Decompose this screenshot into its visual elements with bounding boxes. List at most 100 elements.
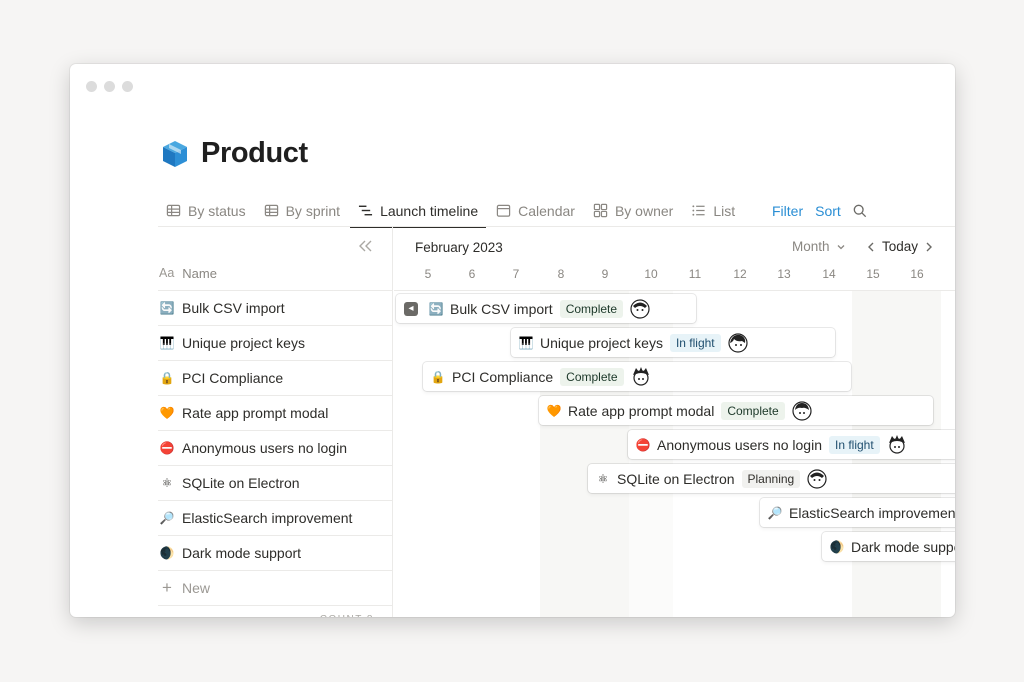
arrow-left-icon[interactable]: ◂: [404, 301, 418, 316]
day-label: 10: [644, 267, 658, 281]
day-label: 6: [468, 267, 476, 281]
new-label: New: [182, 580, 211, 596]
day-label: 13: [777, 267, 791, 281]
bar-label: Dark mode support: [851, 538, 955, 555]
piano-icon: 🎹: [159, 336, 175, 350]
tab-by-owner[interactable]: By owner: [585, 194, 681, 227]
table-icon: [264, 204, 278, 217]
timeline-bar[interactable]: ⛔ Anonymous users no login In flight: [628, 430, 955, 459]
close-dot[interactable]: [86, 81, 97, 92]
tab-calendar[interactable]: Calendar: [488, 194, 583, 227]
table-icon: [166, 204, 181, 217]
name-header-label: Name: [182, 265, 217, 281]
heart-icon: 🧡: [159, 406, 175, 420]
tab-label: Calendar: [518, 202, 575, 219]
tab-label: By status: [188, 202, 246, 219]
table-row[interactable]: 🔎 ElasticSearch improvement: [158, 500, 392, 535]
lock-icon: 🔒: [430, 369, 446, 384]
sort-button[interactable]: Sort: [815, 203, 841, 219]
day-label: 12: [733, 267, 747, 281]
day-label: 7: [512, 267, 520, 281]
avatar-icon: [888, 434, 905, 454]
tab-by-status[interactable]: By status: [158, 194, 254, 227]
status-badge: Complete: [560, 367, 624, 386]
tab-by-sprint[interactable]: By sprint: [256, 194, 348, 227]
bar-label: Bulk CSV import: [450, 300, 553, 317]
avatar-icon: [807, 468, 827, 489]
board-icon: [593, 203, 608, 218]
row-label: Unique project keys: [182, 335, 305, 351]
lock-icon: 🔒: [159, 371, 175, 385]
row-label: SQLite on Electron: [182, 475, 300, 491]
table-row[interactable]: 🔄 Bulk CSV import: [158, 290, 392, 325]
bar-label: Unique project keys: [540, 334, 663, 351]
row-label: Dark mode support: [182, 545, 302, 561]
row-label: Anonymous users no login: [182, 440, 347, 456]
timeline-bar[interactable]: ⚛ SQLite on Electron Planning: [588, 464, 955, 493]
atom-icon: ⚛: [597, 471, 609, 486]
table-row[interactable]: 🔒 PCI Compliance: [158, 360, 392, 395]
table-row[interactable]: 🌒 Dark mode support: [158, 535, 392, 570]
table-row[interactable]: 🧡 Rate app prompt modal: [158, 395, 392, 430]
scale-label: Month: [792, 239, 830, 254]
timeline-header-divider: [394, 290, 955, 291]
timeline-bar[interactable]: 🔎 ElasticSearch improvement: [760, 498, 955, 527]
maximize-dot[interactable]: [122, 81, 133, 92]
timeline-bar[interactable]: 🌒 Dark mode support: [822, 532, 955, 561]
list-icon: [692, 205, 705, 216]
bar-label: Rate app prompt modal: [568, 402, 715, 419]
table-row[interactable]: ⚛ SQLite on Electron: [158, 465, 392, 500]
count-footer[interactable]: COUNT 8: [158, 605, 392, 617]
moon-icon: 🌒: [159, 546, 175, 560]
timeline-bar[interactable]: ◂ 🔄 Bulk CSV import Complete: [396, 294, 696, 323]
day-label: 11: [688, 267, 702, 281]
plus-icon: +: [162, 578, 172, 597]
row-label: PCI Compliance: [182, 370, 284, 386]
minimize-dot[interactable]: [104, 81, 115, 92]
chevron-left-icon[interactable]: [866, 241, 876, 253]
page-header: Product: [160, 137, 308, 170]
timeline-bar[interactable]: 🧡 Rate app prompt modal Complete: [539, 396, 933, 425]
collapse-double-chevron-icon[interactable]: [357, 238, 373, 254]
refresh-icon: 🔄: [159, 301, 175, 315]
table-row[interactable]: ⛔ Anonymous users no login: [158, 430, 392, 465]
bar-label: ElasticSearch improvement: [789, 504, 955, 521]
box-icon[interactable]: [160, 139, 190, 169]
new-row-button[interactable]: + New: [158, 570, 392, 605]
today-button[interactable]: Today: [882, 239, 918, 254]
bar-label: Anonymous users no login: [657, 436, 822, 453]
avatar-icon: [632, 366, 649, 386]
status-badge: In flight: [669, 333, 721, 352]
bar-label: SQLite on Electron: [617, 470, 735, 487]
filter-button[interactable]: Filter: [772, 203, 803, 219]
atom-icon: ⚛: [161, 476, 173, 490]
view-tabs: By status By sprint Launch timeline Cale…: [158, 194, 745, 228]
name-column-header[interactable]: Aa Name: [159, 263, 217, 283]
calendar-icon: [496, 204, 511, 217]
name-column: Aa Name 🔄 Bulk CSV import 🎹 Unique project…: [158, 227, 393, 617]
chevron-right-icon[interactable]: [924, 241, 934, 253]
search-icon[interactable]: [853, 204, 867, 218]
day-label: 15: [866, 267, 880, 281]
timeline-bar[interactable]: 🎹 Unique project keys In flight: [511, 328, 835, 357]
status-badge: Planning: [741, 469, 801, 488]
scale-selector[interactable]: Month: [792, 239, 846, 254]
status-badge: Complete: [559, 299, 624, 318]
view-toolbar: Filter Sort: [772, 194, 867, 227]
day-label: 9: [601, 267, 609, 281]
tab-label: By sprint: [285, 202, 341, 219]
tab-launch-timeline[interactable]: Launch timeline: [350, 194, 487, 228]
tab-label: List: [713, 202, 736, 219]
day-label: 8: [557, 267, 565, 281]
refresh-icon: 🔄: [428, 301, 444, 316]
status-badge: Complete: [721, 401, 785, 420]
table-row[interactable]: 🎹 Unique project keys: [158, 325, 392, 360]
timeline-bar[interactable]: 🔒 PCI Compliance Complete: [423, 362, 851, 391]
day-label: 16: [910, 267, 924, 281]
tab-label: Launch timeline: [380, 202, 479, 219]
today-nav: Today: [866, 239, 934, 254]
magnifier-icon: 🔎: [159, 511, 175, 525]
tab-label: By owner: [614, 202, 674, 219]
tab-list[interactable]: List: [683, 194, 743, 227]
avatar-icon: [792, 400, 812, 421]
